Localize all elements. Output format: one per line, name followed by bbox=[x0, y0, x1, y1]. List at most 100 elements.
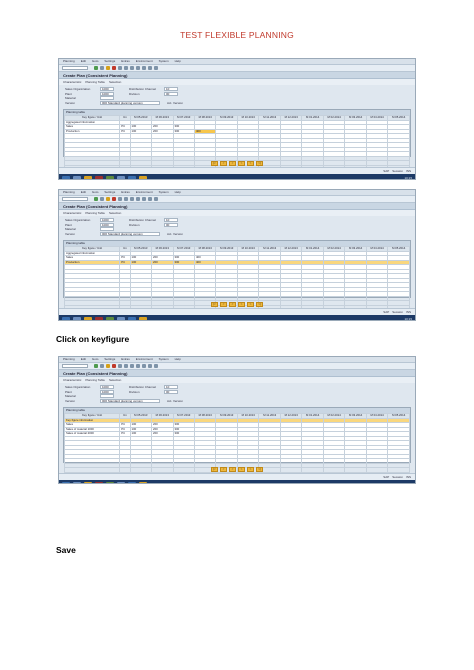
back-icon[interactable] bbox=[106, 66, 110, 70]
form-field[interactable]: 1000 bbox=[100, 385, 114, 390]
scroll-button[interactable]: > bbox=[238, 301, 245, 307]
menu-item[interactable]: Edit bbox=[81, 191, 86, 194]
cancel-icon[interactable] bbox=[112, 364, 116, 368]
prev-page-icon[interactable] bbox=[142, 66, 146, 70]
menu-item[interactable]: Planning bbox=[63, 191, 75, 194]
taskbar-app-icon[interactable] bbox=[106, 175, 114, 179]
scroll-button[interactable]: < bbox=[220, 160, 227, 166]
taskbar-app-icon[interactable] bbox=[117, 175, 125, 179]
taskbar-app-icon[interactable] bbox=[62, 481, 70, 483]
cancel-icon[interactable] bbox=[112, 197, 116, 201]
save-icon[interactable] bbox=[100, 197, 104, 201]
form-field[interactable]: 1000 bbox=[100, 389, 114, 394]
back-icon[interactable] bbox=[106, 364, 110, 368]
scroll-button[interactable]: > bbox=[247, 301, 254, 307]
command-field[interactable] bbox=[62, 364, 88, 368]
form-field[interactable]: 10 bbox=[164, 385, 178, 390]
menu-item[interactable]: Planning bbox=[63, 358, 75, 361]
menu-item[interactable]: Edit bbox=[81, 60, 86, 63]
taskbar-app-icon[interactable] bbox=[117, 481, 125, 483]
menu-item[interactable]: Planning bbox=[63, 60, 75, 63]
scroll-button[interactable]: >| bbox=[256, 301, 263, 307]
find-icon[interactable] bbox=[124, 197, 128, 201]
scroll-button[interactable]: |< bbox=[211, 301, 218, 307]
menu-item[interactable]: Environment bbox=[136, 191, 153, 194]
menu-item[interactable]: Edit bbox=[81, 358, 86, 361]
find-next-icon[interactable] bbox=[130, 364, 134, 368]
menu-item[interactable]: System bbox=[159, 60, 169, 63]
form-field[interactable]: 1000 bbox=[100, 222, 114, 227]
app-toolbar-button[interactable]: Selection bbox=[109, 211, 121, 215]
menu-item[interactable]: System bbox=[159, 358, 169, 361]
form-field[interactable]: 1000 bbox=[100, 87, 114, 92]
form-field[interactable]: 000 Standard planning version bbox=[100, 398, 160, 403]
taskbar-app-icon[interactable] bbox=[95, 316, 103, 320]
form-field[interactable]: 10 bbox=[164, 218, 178, 223]
menu-item[interactable]: Settings bbox=[104, 191, 115, 194]
menu-item[interactable]: Settings bbox=[104, 60, 115, 63]
taskbar-app-icon[interactable] bbox=[62, 175, 70, 179]
taskbar-app-icon[interactable] bbox=[84, 316, 92, 320]
next-page-icon[interactable] bbox=[148, 66, 152, 70]
taskbar-app-icon[interactable] bbox=[106, 481, 114, 483]
menu-item[interactable]: Help bbox=[175, 191, 181, 194]
taskbar-app-icon[interactable] bbox=[128, 175, 136, 179]
menu-item[interactable]: Extras bbox=[121, 60, 130, 63]
menu-item[interactable]: Settings bbox=[104, 358, 115, 361]
taskbar-app-icon[interactable] bbox=[84, 175, 92, 179]
taskbar-app-icon[interactable] bbox=[73, 316, 81, 320]
menu-item[interactable]: Extras bbox=[121, 358, 130, 361]
prev-page-icon[interactable] bbox=[142, 364, 146, 368]
help-icon[interactable] bbox=[154, 197, 158, 201]
scroll-button[interactable]: < bbox=[220, 466, 227, 472]
scroll-button[interactable]: < bbox=[220, 301, 227, 307]
command-field[interactable] bbox=[62, 197, 88, 201]
command-field[interactable] bbox=[62, 66, 88, 70]
taskbar-app-icon[interactable] bbox=[84, 481, 92, 483]
form-field[interactable] bbox=[100, 96, 114, 101]
taskbar-app-icon[interactable] bbox=[73, 175, 81, 179]
scroll-button[interactable]: > bbox=[247, 466, 254, 472]
print-icon[interactable] bbox=[118, 364, 122, 368]
next-page-icon[interactable] bbox=[148, 197, 152, 201]
taskbar-app-icon[interactable] bbox=[139, 175, 147, 179]
help-icon[interactable] bbox=[154, 364, 158, 368]
app-toolbar-button[interactable]: Characteristic bbox=[63, 211, 81, 215]
form-field[interactable] bbox=[100, 227, 114, 232]
form-field[interactable]: 10 bbox=[164, 87, 178, 92]
taskbar-app-icon[interactable] bbox=[106, 316, 114, 320]
cancel-icon[interactable] bbox=[112, 66, 116, 70]
form-field[interactable]: 1000 bbox=[100, 91, 114, 96]
app-toolbar-button[interactable]: Planning Table bbox=[85, 80, 105, 84]
find-icon[interactable] bbox=[124, 364, 128, 368]
app-toolbar-button[interactable]: Characteristic bbox=[63, 378, 81, 382]
enter-icon[interactable] bbox=[94, 197, 98, 201]
first-page-icon[interactable] bbox=[136, 197, 140, 201]
app-toolbar-button[interactable]: Planning Table bbox=[85, 378, 105, 382]
form-field[interactable]: 00 bbox=[164, 389, 178, 394]
menu-item[interactable]: Help bbox=[175, 60, 181, 63]
help-icon[interactable] bbox=[154, 66, 158, 70]
scroll-button[interactable]: |< bbox=[211, 160, 218, 166]
back-icon[interactable] bbox=[106, 197, 110, 201]
menu-item[interactable]: System bbox=[159, 191, 169, 194]
taskbar-app-icon[interactable] bbox=[62, 316, 70, 320]
scroll-button[interactable]: >| bbox=[256, 466, 263, 472]
taskbar-app-icon[interactable] bbox=[73, 481, 81, 483]
print-icon[interactable] bbox=[118, 66, 122, 70]
menu-item[interactable]: Environment bbox=[136, 60, 153, 63]
menu-item[interactable]: Extras bbox=[121, 191, 130, 194]
scroll-button[interactable]: < bbox=[229, 160, 236, 166]
form-field[interactable]: 1000 bbox=[100, 218, 114, 223]
menu-item[interactable]: Goto bbox=[92, 358, 99, 361]
scroll-button[interactable]: >| bbox=[256, 160, 263, 166]
find-icon[interactable] bbox=[124, 66, 128, 70]
scroll-button[interactable]: > bbox=[238, 160, 245, 166]
app-toolbar-button[interactable]: Selection bbox=[109, 378, 121, 382]
taskbar-app-icon[interactable] bbox=[117, 316, 125, 320]
scroll-button[interactable]: > bbox=[238, 466, 245, 472]
menu-item[interactable]: Goto bbox=[92, 191, 99, 194]
scroll-button[interactable]: > bbox=[247, 160, 254, 166]
find-next-icon[interactable] bbox=[130, 197, 134, 201]
print-icon[interactable] bbox=[118, 197, 122, 201]
